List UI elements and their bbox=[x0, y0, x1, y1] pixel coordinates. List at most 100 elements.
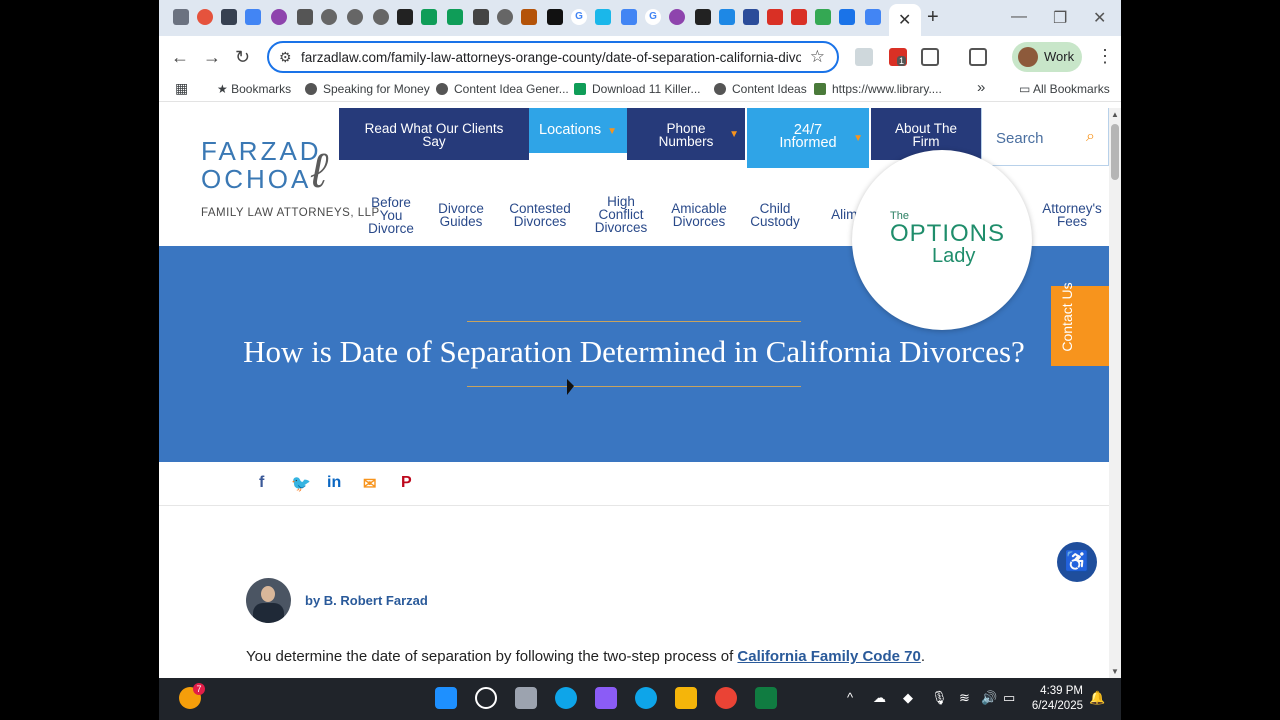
tab-favicon-icon[interactable] bbox=[271, 9, 287, 25]
battery-icon[interactable]: ▭ bbox=[1003, 690, 1015, 706]
facebook-icon[interactable]: f bbox=[259, 474, 264, 492]
twitter-icon[interactable]: 🐦 bbox=[291, 474, 311, 494]
tab-favicon-icon[interactable] bbox=[397, 9, 413, 25]
tab-favicon-icon[interactable] bbox=[865, 9, 881, 25]
tab-favicon-icon[interactable] bbox=[621, 9, 637, 25]
excel-icon[interactable] bbox=[755, 687, 777, 709]
scrollbar-thumb[interactable] bbox=[1111, 124, 1119, 180]
subnav-high-conflict[interactable]: High Conflict Divorces bbox=[589, 195, 653, 235]
scroll-up-icon[interactable]: ▲ bbox=[1111, 110, 1119, 119]
family-code-link[interactable]: California Family Code 70 bbox=[737, 648, 920, 665]
forward-icon[interactable]: → bbox=[203, 47, 221, 68]
tab-favicon-icon[interactable] bbox=[173, 9, 189, 25]
nav-locations[interactable]: Locations ▼ bbox=[529, 108, 627, 153]
site-info-icon[interactable]: ⚙ bbox=[279, 49, 292, 66]
tab-favicon-icon[interactable] bbox=[321, 9, 337, 25]
options-lady-badge[interactable]: The OPTIONS Lady bbox=[852, 150, 1032, 330]
nav-phone-numbers[interactable]: Phone Numbers ▼ bbox=[627, 108, 745, 160]
bookmark-item[interactable]: Download 11 Killer... bbox=[574, 82, 701, 96]
tab-favicon-icon[interactable] bbox=[347, 9, 363, 25]
profile-button[interactable]: Work bbox=[1012, 42, 1082, 72]
scroll-down-icon[interactable]: ▼ bbox=[1111, 667, 1119, 676]
window-close-icon[interactable]: ✕ bbox=[1093, 8, 1106, 28]
restore-icon[interactable]: ❐ bbox=[1053, 8, 1067, 28]
tab-favicon-icon[interactable] bbox=[197, 9, 213, 25]
tab-favicon-icon[interactable] bbox=[815, 9, 831, 25]
dropbox-icon[interactable]: ◆ bbox=[903, 690, 913, 706]
subnav-guides[interactable]: Divorce Guides bbox=[435, 202, 487, 229]
onedrive-icon[interactable]: ☁ bbox=[873, 690, 886, 706]
close-tab-icon[interactable]: ✕ bbox=[898, 10, 911, 30]
url-text[interactable]: farzadlaw.com/family-law-attorneys-orang… bbox=[301, 50, 801, 65]
all-bookmarks-button[interactable]: ▭ All Bookmarks bbox=[1019, 82, 1110, 96]
subnav-attorney-fees[interactable]: Attorney's Fees bbox=[1039, 202, 1105, 229]
address-bar[interactable]: ⚙ farzadlaw.com/family-law-attorneys-ora… bbox=[267, 41, 839, 73]
contact-us-tab[interactable]: Contact Us bbox=[1051, 282, 1109, 366]
search-icon[interactable]: ⌕ bbox=[1086, 128, 1095, 146]
tab-favicon-icon[interactable] bbox=[595, 9, 611, 25]
author-byline[interactable]: by B. Robert Farzad bbox=[305, 593, 428, 608]
volume-icon[interactable]: 🔊 bbox=[981, 690, 997, 706]
tab-favicon-icon[interactable] bbox=[839, 9, 855, 25]
tab-favicon-icon[interactable] bbox=[221, 9, 237, 25]
tab-favicon-icon[interactable]: G bbox=[645, 9, 661, 25]
email-icon[interactable]: ✉ bbox=[363, 474, 376, 494]
minimize-icon[interactable]: — bbox=[1011, 8, 1027, 26]
tab-favicon-icon[interactable] bbox=[719, 9, 735, 25]
tab-favicon-icon[interactable] bbox=[521, 9, 537, 25]
active-tab[interactable]: ✕ bbox=[889, 4, 921, 36]
subnav-amicable[interactable]: Amicable Divorces bbox=[669, 202, 729, 229]
extension-icon[interactable]: 1 bbox=[889, 48, 907, 66]
microphone-icon[interactable]: 🎙 bbox=[931, 690, 948, 706]
tab-favicon-icon[interactable] bbox=[373, 9, 389, 25]
bookmarks-overflow-icon[interactable]: » bbox=[977, 79, 985, 96]
tab-favicon-icon[interactable] bbox=[669, 9, 685, 25]
linkedin-icon[interactable]: in bbox=[327, 474, 341, 492]
cast-icon[interactable] bbox=[969, 48, 987, 66]
new-tab-icon[interactable]: + bbox=[927, 6, 939, 29]
tab-favicon-icon[interactable] bbox=[473, 9, 489, 25]
file-explorer-icon[interactable] bbox=[675, 687, 697, 709]
bookmark-item[interactable]: Content Idea Gener... bbox=[436, 82, 569, 96]
accessibility-icon[interactable]: ♿ bbox=[1057, 542, 1097, 582]
edge-icon[interactable] bbox=[555, 687, 577, 709]
tab-favicon-icon[interactable] bbox=[297, 9, 313, 25]
weather-icon[interactable]: 7 bbox=[179, 683, 205, 709]
tab-favicon-icon[interactable]: G bbox=[571, 9, 587, 25]
bookmark-star-icon[interactable]: ☆ bbox=[810, 47, 825, 67]
chrome-icon[interactable] bbox=[715, 687, 737, 709]
help-icon[interactable] bbox=[635, 687, 657, 709]
page-scrollbar[interactable]: ▲ ▼ bbox=[1109, 108, 1121, 678]
tab-favicon-icon[interactable] bbox=[547, 9, 563, 25]
apps-grid-icon[interactable]: ▦ bbox=[175, 80, 188, 97]
tab-favicon-icon[interactable] bbox=[447, 9, 463, 25]
tab-favicon-icon[interactable] bbox=[245, 9, 261, 25]
task-view-icon[interactable] bbox=[515, 687, 537, 709]
tray-chevron-icon[interactable]: ^ bbox=[847, 690, 853, 705]
copilot-icon[interactable] bbox=[595, 687, 617, 709]
back-icon[interactable]: ← bbox=[171, 47, 189, 68]
reload-icon[interactable]: ↻ bbox=[235, 47, 250, 68]
browser-menu-icon[interactable]: ⋮ bbox=[1096, 46, 1114, 67]
notifications-icon[interactable]: 🔔 bbox=[1089, 690, 1105, 706]
tab-favicon-icon[interactable] bbox=[695, 9, 711, 25]
wifi-icon[interactable]: ≋ bbox=[959, 690, 970, 706]
nav-reviews[interactable]: Read What Our Clients Say bbox=[339, 108, 529, 160]
site-search[interactable]: Search ⌕ bbox=[981, 108, 1109, 166]
search-icon[interactable] bbox=[475, 687, 497, 709]
bookmark-item[interactable]: Speaking for Money bbox=[305, 82, 430, 96]
tab-favicon-icon[interactable] bbox=[497, 9, 513, 25]
tab-favicon-icon[interactable] bbox=[791, 9, 807, 25]
subnav-before[interactable]: Before You Divorce bbox=[361, 196, 421, 236]
clock[interactable]: 4:39 PM 6/24/2025 bbox=[1029, 684, 1083, 714]
tab-favicon-icon[interactable] bbox=[421, 9, 437, 25]
subnav-contested[interactable]: Contested Divorces bbox=[507, 202, 573, 229]
subnav-child-custody[interactable]: Child Custody bbox=[747, 202, 803, 229]
start-icon[interactable] bbox=[435, 687, 457, 709]
tab-favicon-icon[interactable] bbox=[767, 9, 783, 25]
extensions-puzzle-icon[interactable] bbox=[921, 48, 939, 66]
bookmark-item[interactable]: Content Ideas bbox=[714, 82, 807, 96]
bookmark-item[interactable]: https://www.library.... bbox=[814, 82, 942, 96]
extension-icon[interactable] bbox=[855, 48, 873, 66]
search-input[interactable]: Search bbox=[996, 130, 1044, 147]
